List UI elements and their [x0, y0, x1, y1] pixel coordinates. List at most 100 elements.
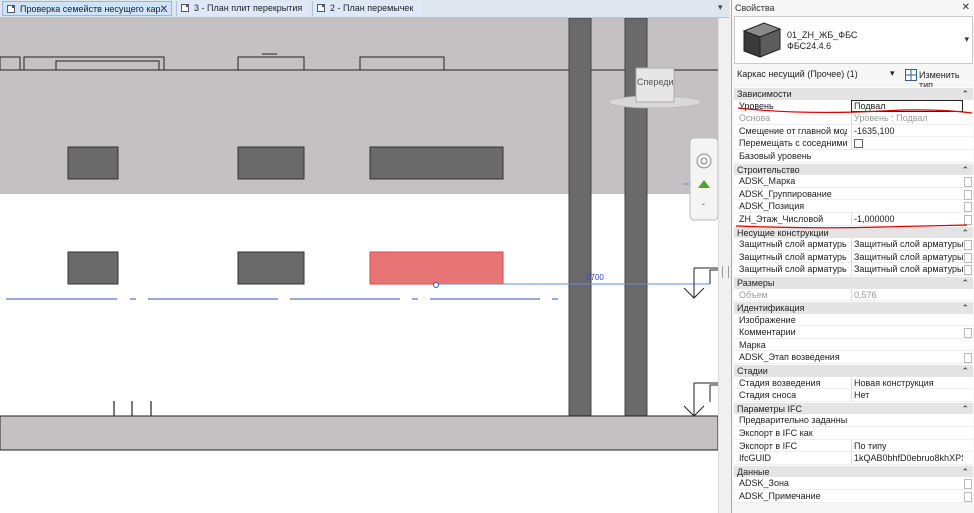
- property-value[interactable]: -1,000000: [851, 212, 963, 226]
- property-name: IfcGUID: [739, 453, 772, 464]
- parameter-link-box[interactable]: [964, 479, 972, 490]
- property-row: ADSK_Этап возведения: [734, 351, 973, 365]
- property-row: IfcGUID 1kQAB0bhfD0ebruo8khXPS: [734, 452, 973, 465]
- parameter-link-box[interactable]: [964, 328, 972, 339]
- tab-family-check[interactable]: Проверка семейств несущего кар... ✕: [2, 1, 172, 16]
- property-name: Защитный слой арматуры...: [739, 251, 847, 262]
- cube-preview-icon: [742, 22, 782, 58]
- property-row: Стадия возведения Новая конструкция: [734, 376, 973, 390]
- property-name: ADSK_Марка: [739, 176, 796, 187]
- selected-fbs-block[interactable]: [369, 251, 504, 285]
- section-header[interactable]: Строительство ⌃: [734, 162, 973, 176]
- tab-slab-plan[interactable]: 3 - План плит перекрытия: [176, 1, 306, 16]
- property-row: Базовый уровень: [734, 149, 973, 163]
- properties-panel: Свойства ✕ 01_ZH_ЖБ_ФБС ФБС24.4.6 ▾ Карк…: [731, 0, 974, 513]
- property-value[interactable]: [851, 137, 963, 150]
- view-icon: [181, 4, 189, 12]
- section-title: Размеры: [737, 277, 775, 288]
- section-header[interactable]: Данные ⌃: [734, 464, 973, 478]
- property-value[interactable]: Защитный слой арматуры ...: [851, 250, 963, 264]
- property-row: Объем 0,576: [734, 288, 973, 302]
- property-row: ADSK_Позиция: [734, 200, 973, 213]
- parameter-link-box[interactable]: [964, 202, 972, 213]
- property-row: Защитный слой арматуры... Защитный слой а…: [734, 250, 973, 264]
- edit-type-button[interactable]: Изменить тип: [902, 67, 974, 90]
- close-icon[interactable]: ✕: [962, 2, 970, 13]
- property-row: Предварительно заданный...: [734, 414, 973, 428]
- type-name-value: ФБС24.4.6: [787, 41, 832, 51]
- property-value[interactable]: По типу: [851, 439, 963, 453]
- section-title: Зависимости: [737, 89, 792, 99]
- property-value[interactable]: Защитный слой арматуры ...: [851, 238, 963, 251]
- property-row: Перемещать с соседними ...: [734, 137, 973, 150]
- edit-type-icon: [905, 69, 917, 81]
- property-name: Уровень: [739, 100, 774, 111]
- property-value[interactable]: 1kQAB0bhfD0ebruo8khXPS: [851, 452, 963, 465]
- dimension-label: 5700: [586, 273, 604, 282]
- parameter-link-box[interactable]: [964, 492, 972, 502]
- property-value: Уровень : Подвал: [851, 112, 963, 125]
- close-icon[interactable]: ✕: [160, 2, 168, 15]
- properties-title: Свойства: [735, 3, 775, 13]
- floor-slab[interactable]: [0, 415, 718, 451]
- section-header[interactable]: Размеры ⌃: [734, 275, 973, 289]
- property-name: ADSK_Примечание: [739, 491, 821, 501]
- block[interactable]: [237, 146, 305, 180]
- block[interactable]: [67, 146, 119, 180]
- navigation-bar[interactable]: -: [689, 137, 718, 221]
- property-value: 0,576: [851, 288, 963, 302]
- parameter-link-box[interactable]: [964, 353, 972, 364]
- parameter-link-box[interactable]: [964, 265, 972, 276]
- block[interactable]: [369, 146, 504, 180]
- tab-label: 3 - План плит перекрытия: [194, 3, 303, 13]
- property-row: ADSK_Примечание: [734, 490, 973, 503]
- section-title: Несущие конструкции: [737, 227, 829, 238]
- checkbox[interactable]: [854, 138, 863, 148]
- property-row: Смещение от главной мод... -1635,100: [734, 124, 973, 138]
- property-value[interactable]: Новая конструкция: [851, 376, 963, 390]
- parameter-link-box[interactable]: [964, 240, 972, 251]
- property-row: ADSK_Группирование: [734, 187, 973, 201]
- parameter-link-box[interactable]: [964, 177, 972, 188]
- property-value[interactable]: -1635,100: [851, 124, 963, 138]
- property-row: Уровень Подвал: [734, 99, 973, 113]
- section-header[interactable]: Зависимости ⌃: [734, 87, 973, 100]
- property-row: Основа Уровень : Подвал: [734, 112, 973, 125]
- section-header[interactable]: Идентификация ⌃: [734, 301, 973, 314]
- parameter-link-box[interactable]: [964, 252, 972, 263]
- drawing-canvas[interactable]: 5700 Спереди -: [0, 18, 718, 513]
- chevron-down-icon[interactable]: ▾: [890, 68, 895, 79]
- section-title: Идентификация: [737, 303, 805, 314]
- view-cube-face-label: Спереди: [637, 77, 673, 87]
- property-name: Марка: [739, 339, 766, 350]
- tab-lintel-plan[interactable]: 2 - План перемычек: [312, 1, 422, 16]
- view-tab-bar: Проверка семейств несущего кар... ✕ 3 - …: [0, 0, 730, 18]
- property-row: Защитный слой арматуры... Защитный слой а…: [734, 263, 973, 276]
- section-header[interactable]: Несущие конструкции ⌃: [734, 225, 973, 239]
- tab-dropdown-icon[interactable]: ▾: [718, 2, 723, 13]
- chevron-down-icon[interactable]: ▾: [964, 34, 969, 45]
- canvas-scrollbar[interactable]: [718, 18, 731, 513]
- block[interactable]: [67, 251, 119, 285]
- block[interactable]: [237, 251, 305, 285]
- section-header[interactable]: Стадии ⌃: [734, 364, 973, 377]
- property-value[interactable]: Подвал: [851, 99, 963, 112]
- tab-label: 2 - План перемычек: [330, 3, 414, 13]
- property-name: Комментарии: [739, 327, 796, 338]
- properties-grid: Зависимости ⌃ Уровень Подвал Основа Уровень :…: [734, 87, 973, 503]
- section-header[interactable]: Параметры IFC ⌃: [734, 401, 973, 415]
- property-name: Базовый уровень: [739, 150, 812, 161]
- property-value[interactable]: Нет: [851, 389, 963, 402]
- parameter-link-box[interactable]: [964, 189, 972, 200]
- property-row: Стадия сноса Нет: [734, 389, 973, 402]
- property-row: Защитный слой арматуры... Защитный слой а…: [734, 238, 973, 251]
- property-name: Стадия возведения: [739, 377, 821, 388]
- property-value[interactable]: Защитный слой арматуры ...: [851, 263, 963, 276]
- tab-label: Проверка семейств несущего кар...: [20, 4, 168, 14]
- type-selector[interactable]: 01_ZH_ЖБ_ФБС ФБС24.4.6 ▾: [734, 16, 973, 64]
- instance-filter[interactable]: Каркас несущий (Прочее) (1) ▾ Изменить т…: [734, 66, 974, 90]
- parameter-link-box[interactable]: [964, 214, 972, 225]
- property-row: ADSK_Марка: [734, 175, 973, 188]
- property-name: ADSK_Группирование: [739, 188, 832, 199]
- column[interactable]: [568, 18, 592, 417]
